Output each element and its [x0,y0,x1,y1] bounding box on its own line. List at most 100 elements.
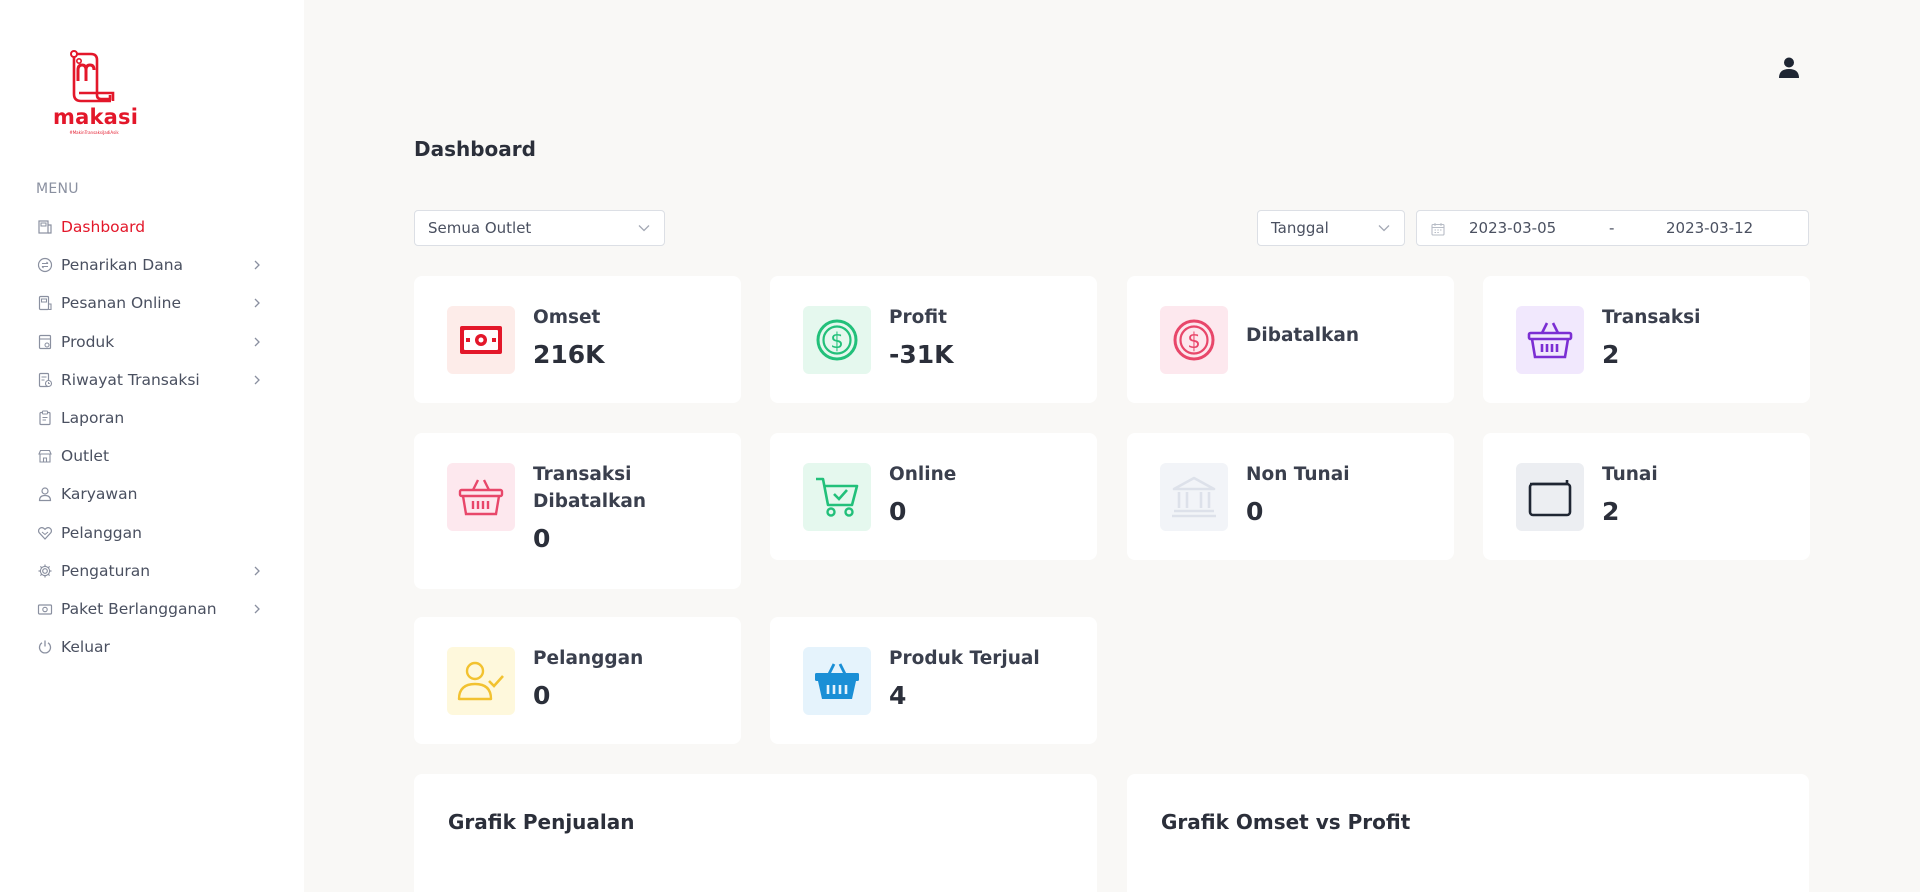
user-icon[interactable] [1776,56,1802,80]
chevron-right-icon [254,566,260,576]
online-order-icon [36,295,53,312]
stat-label: Pelanggan [533,648,644,669]
calendar-icon [1431,223,1445,236]
period-select[interactable]: Tanggal [1257,210,1405,246]
sidebar-item-label: Pengaturan [61,561,151,580]
product-icon [36,333,53,350]
stat-card-online: Online 0 [770,433,1097,560]
sidebar-item-label: Pesanan Online [61,294,181,313]
cart-icon [803,463,871,531]
sidebar-item-label: Outlet [61,447,110,466]
stat-label: Non Tunai [1246,464,1350,485]
outlet-select[interactable]: Semua Outlet [414,210,665,246]
sidebar-item-riwayat-transaksi[interactable]: Riwayat Transaksi [0,361,304,399]
sidebar: makasi #MakinTransaksiJadiAsik MENU Dash… [0,0,304,892]
omset-profit-chart-panel: Grafik Omset vs Profit [1127,774,1809,892]
stat-value: -31K [889,340,954,369]
store-icon [36,448,53,465]
stat-value: 0 [533,681,551,710]
period-select-value: Tanggal [1271,219,1329,237]
sidebar-item-pelanggan[interactable]: Pelanggan [0,514,304,552]
stat-card-produk-terjual: Produk Terjual 4 [770,617,1097,744]
sidebar-item-label: Keluar [61,638,110,657]
chevron-right-icon [254,298,260,308]
svg-text:$: $ [1187,329,1200,353]
stat-value: 216K [533,340,605,369]
brand-logo[interactable]: makasi #MakinTransaksiJadiAsik [53,49,139,139]
stat-value: 0 [889,497,907,526]
brand-name: makasi [53,105,139,129]
sidebar-item-label: Paket Berlangganan [61,599,217,618]
page-title: Dashboard [414,137,536,161]
sidebar-item-label: Dashboard [61,218,146,237]
sidebar-item-laporan[interactable]: Laporan [0,399,304,437]
dashboard-icon [36,219,53,236]
stat-label: Produk Terjual [889,648,1040,669]
stat-card-dibatalkan: $ Dibatalkan [1127,276,1454,403]
sales-chart-panel: Grafik Penjualan [414,774,1097,892]
date-separator: - [1609,219,1615,237]
chevron-right-icon [254,604,260,614]
stat-card-profit: $ Profit -31K [770,276,1097,403]
power-icon [36,639,53,656]
stat-label: Transaksi [1602,307,1701,328]
stat-value: 0 [533,524,551,553]
stat-value: 0 [1246,497,1264,526]
sidebar-item-dashboard[interactable]: Dashboard [0,208,304,246]
user-check-icon [447,647,515,715]
sidebar-item-keluar[interactable]: Keluar [0,628,304,666]
dollar-coin-icon: $ [1160,306,1228,374]
stat-label-line: Transaksi [533,464,632,485]
customer-icon [36,524,53,541]
stat-label: Transaksi Dibatalkan [533,461,646,515]
sidebar-item-label: Laporan [61,409,125,428]
date-range-picker[interactable]: 2023-03-05 - 2023-03-12 [1416,210,1809,246]
sidebar-item-label: Riwayat Transaksi [61,370,200,389]
sidebar-item-penarikan-dana[interactable]: Penarikan Dana [0,246,304,284]
outlet-select-value: Semua Outlet [428,219,532,237]
menu-title: MENU [36,181,79,197]
chevron-down-icon [638,225,650,232]
sidebar-menu: Dashboard Penarikan Dana Pesanan Online … [0,208,304,666]
sidebar-item-label: Produk [61,332,115,351]
sidebar-item-produk[interactable]: Produk [0,323,304,361]
basket-icon [447,463,515,531]
stat-value: 4 [889,681,907,710]
stat-label: Online [889,464,957,485]
sidebar-item-label: Penarikan Dana [61,256,184,275]
stat-value: 2 [1602,340,1620,369]
stat-label: Dibatalkan [1246,325,1360,346]
dollar-coin-icon: $ [803,306,871,374]
subscription-icon [36,600,53,617]
sidebar-item-pesanan-online[interactable]: Pesanan Online [0,284,304,322]
omset-profit-chart-title: Grafik Omset vs Profit [1161,810,1411,834]
sidebar-item-paket-berlangganan[interactable]: Paket Berlangganan [0,590,304,628]
bank-icon [1160,463,1228,531]
sidebar-item-outlet[interactable]: Outlet [0,437,304,475]
chevron-right-icon [254,337,260,347]
chevron-right-icon [254,260,260,270]
svg-text:$: $ [830,329,843,353]
report-icon [36,410,53,427]
stat-card-non-tunai: Non Tunai 0 [1127,433,1454,560]
sidebar-item-label: Karyawan [61,485,138,504]
date-end-input[interactable]: 2023-03-12 [1666,219,1753,237]
brand-tagline: #MakinTransaksiJadiAsik [69,130,119,135]
stat-card-tunai: Tunai 2 [1483,433,1810,560]
stat-card-omset: Omset 216K [414,276,741,403]
chevron-right-icon [254,375,260,385]
basket-icon [803,647,871,715]
makasi-logo-icon [70,50,115,103]
employee-icon [36,486,53,503]
chevron-down-icon [1378,225,1390,232]
stat-card-transaksi: Transaksi 2 [1483,276,1810,403]
date-start-input[interactable]: 2023-03-05 [1469,219,1556,237]
stat-card-pelanggan: Pelanggan 0 [414,617,741,744]
sales-chart-title: Grafik Penjualan [448,810,635,834]
stat-label: Profit [889,307,947,328]
wallet-icon [1516,463,1584,531]
transfer-icon [36,257,53,274]
sidebar-item-karyawan[interactable]: Karyawan [0,475,304,513]
stat-value: 2 [1602,497,1620,526]
sidebar-item-pengaturan[interactable]: Pengaturan [0,552,304,590]
